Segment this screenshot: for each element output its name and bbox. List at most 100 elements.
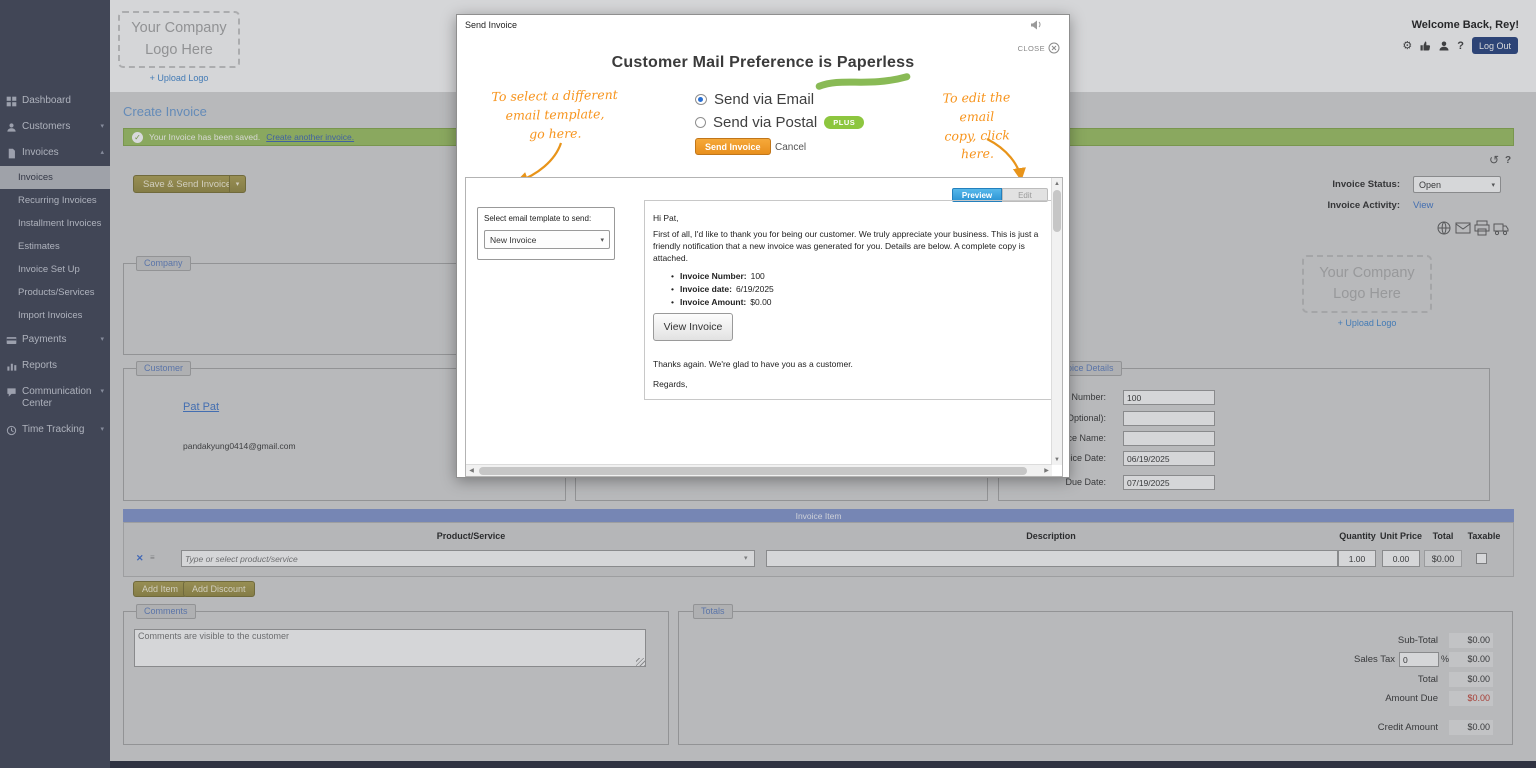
invoices-icon bbox=[6, 148, 17, 159]
comments-textarea[interactable] bbox=[134, 629, 646, 667]
sidebar-subitem-invoices[interactable]: Invoices bbox=[0, 166, 110, 189]
sidebar-item-label: Payments bbox=[22, 334, 95, 346]
sidebar-subitem-import-invoices[interactable]: Import Invoices bbox=[0, 304, 110, 327]
customer-legend: Customer bbox=[136, 361, 191, 376]
cancel-button[interactable]: Cancel bbox=[775, 142, 806, 153]
sidebar-subitem-products-services[interactable]: Products/Services bbox=[0, 281, 110, 304]
check-icon: ✓ bbox=[132, 132, 143, 143]
sidebar-item-reports[interactable]: Reports bbox=[0, 353, 110, 379]
thumbs-up-icon[interactable] bbox=[1419, 40, 1431, 52]
save-send-caret-button[interactable]: ▾ bbox=[229, 175, 246, 193]
description-input[interactable] bbox=[766, 550, 1338, 567]
email-icon[interactable] bbox=[1455, 220, 1471, 236]
column-taxable: Taxable bbox=[1464, 531, 1504, 541]
credit-amount-label: Credit Amount bbox=[1239, 722, 1438, 733]
add-discount-button[interactable]: Add Discount bbox=[183, 581, 255, 597]
help-icon[interactable]: ? bbox=[1457, 40, 1464, 52]
sales-tax-input[interactable] bbox=[1399, 652, 1439, 667]
horizontal-scrollbar[interactable]: ◀ ▶ bbox=[466, 464, 1052, 476]
print-icon[interactable] bbox=[1474, 220, 1490, 236]
quantity-input[interactable] bbox=[1338, 550, 1376, 567]
upload-logo-link[interactable]: + Upload Logo bbox=[118, 73, 240, 83]
invoice-logo-placeholder[interactable]: Your Company Logo Here bbox=[1302, 255, 1432, 313]
send-invoice-modal: Send Invoice CLOSE Customer Mail Prefere… bbox=[456, 14, 1070, 478]
reports-icon bbox=[6, 361, 17, 372]
time-tracking-icon bbox=[6, 425, 17, 436]
invoice-date-input[interactable] bbox=[1123, 451, 1215, 466]
chevron-down-icon: ▾ bbox=[600, 236, 604, 244]
bullet-label: Invoice date: bbox=[680, 284, 732, 294]
customer-name-link[interactable]: Pat Pat bbox=[183, 401, 219, 413]
row-total: $0.00 bbox=[1424, 550, 1462, 567]
due-date-input[interactable] bbox=[1123, 475, 1215, 490]
invoice-number-input[interactable] bbox=[1123, 390, 1215, 405]
unit-price-input[interactable] bbox=[1382, 550, 1420, 567]
bullet-icon: • bbox=[671, 297, 674, 307]
scroll-left-icon[interactable]: ◀ bbox=[466, 465, 477, 476]
email-body: First of all, I'd like to thank you for … bbox=[653, 229, 1047, 265]
scroll-down-icon[interactable]: ▼ bbox=[1052, 454, 1062, 465]
po-number-input[interactable] bbox=[1123, 411, 1215, 426]
invoice-activity-view-link[interactable]: View bbox=[1413, 200, 1433, 211]
close-button[interactable]: CLOSE bbox=[1018, 42, 1060, 54]
add-item-button[interactable]: Add Item bbox=[133, 581, 187, 597]
scrollbar-thumb[interactable] bbox=[1053, 190, 1061, 232]
chevron-down-icon[interactable]: ▾ bbox=[744, 554, 748, 562]
sidebar-subitem-installment-invoices[interactable]: Installment Invoices bbox=[0, 212, 110, 235]
invoice-status-value: Open bbox=[1419, 180, 1441, 190]
send-via-email-option[interactable]: Send via Email bbox=[695, 91, 814, 108]
comments-fieldset: Comments bbox=[123, 611, 669, 745]
chevron-down-icon: ▾ bbox=[100, 426, 104, 434]
email-closing: Thanks again. We're glad to have you as … bbox=[653, 359, 853, 369]
annotation-line: email template, bbox=[485, 105, 625, 126]
sales-tax-value: $0.00 bbox=[1449, 652, 1493, 667]
upload-logo-link[interactable]: + Upload Logo bbox=[1302, 318, 1432, 328]
invoice-name-input[interactable] bbox=[1123, 431, 1215, 446]
send-via-postal-option[interactable]: Send via Postal PLUS bbox=[695, 114, 864, 131]
delete-row-icon[interactable]: ✕ bbox=[136, 553, 144, 564]
sidebar-subitem-invoice-set-up[interactable]: Invoice Set Up bbox=[0, 258, 110, 281]
company-legend: Company bbox=[136, 256, 191, 271]
sidebar-subitem-estimates[interactable]: Estimates bbox=[0, 235, 110, 258]
scrollbar-thumb[interactable] bbox=[479, 467, 1027, 475]
invoice-status-select[interactable]: Open ▾ bbox=[1413, 176, 1501, 193]
customer-email: pandakyung0414@gmail.com bbox=[183, 441, 296, 451]
template-select[interactable]: New Invoice ▾ bbox=[484, 230, 610, 249]
create-another-invoice-link[interactable]: Create another invoice. bbox=[266, 132, 354, 142]
taxable-checkbox[interactable] bbox=[1476, 553, 1487, 564]
user-icon[interactable] bbox=[1438, 40, 1450, 52]
drag-handle-icon[interactable]: ≡ bbox=[150, 553, 155, 562]
plus-badge: PLUS bbox=[824, 116, 864, 129]
vertical-scrollbar[interactable]: ▲ ▼ bbox=[1051, 178, 1062, 465]
delivery-icon[interactable] bbox=[1493, 220, 1509, 236]
radio-postal[interactable] bbox=[695, 117, 706, 128]
company-logo-placeholder[interactable]: Your Company Logo Here bbox=[118, 11, 240, 68]
scroll-up-icon[interactable]: ▲ bbox=[1052, 178, 1062, 189]
sidebar-item-time-tracking[interactable]: Time Tracking ▾ bbox=[0, 417, 110, 443]
logout-button[interactable]: Log Out bbox=[1472, 37, 1518, 54]
chevron-down-icon: ▾ bbox=[1491, 181, 1495, 189]
resize-grip-icon[interactable] bbox=[636, 658, 645, 667]
scroll-right-icon[interactable]: ▶ bbox=[1041, 465, 1052, 476]
radio-email[interactable] bbox=[695, 94, 707, 105]
sidebar-item-communication-center[interactable]: Communication Center ▾ bbox=[0, 379, 110, 417]
green-marker-underline bbox=[815, 70, 912, 93]
total-label: Total bbox=[1239, 674, 1438, 685]
save-send-invoice-button[interactable]: Save & Send Invoice bbox=[133, 175, 241, 193]
sidebar-item-invoices[interactable]: Invoices ▴ bbox=[0, 140, 110, 166]
send-invoice-button[interactable]: Send Invoice bbox=[695, 138, 771, 155]
help-icon[interactable]: ? bbox=[1505, 155, 1511, 166]
gear-icon[interactable]: ⚙ bbox=[1402, 39, 1412, 52]
sidebar-item-dashboard[interactable]: Dashboard bbox=[0, 88, 110, 114]
sidebar-subitem-recurring-invoices[interactable]: Recurring Invoices bbox=[0, 189, 110, 212]
history-icon[interactable]: ↺ bbox=[1489, 153, 1499, 167]
radio-email-label: Send via Email bbox=[714, 91, 814, 108]
modal-heading: Customer Mail Preference is Paperless bbox=[457, 54, 1069, 72]
product-service-input[interactable] bbox=[181, 550, 755, 567]
sidebar-item-customers[interactable]: Customers ▾ bbox=[0, 114, 110, 140]
view-invoice-button[interactable]: View Invoice bbox=[653, 313, 733, 341]
sidebar-item-payments[interactable]: Payments ▾ bbox=[0, 327, 110, 353]
globe-icon[interactable] bbox=[1436, 220, 1452, 236]
sidebar-item-label: Invoices bbox=[22, 147, 95, 159]
speaker-icon[interactable] bbox=[1030, 19, 1042, 30]
